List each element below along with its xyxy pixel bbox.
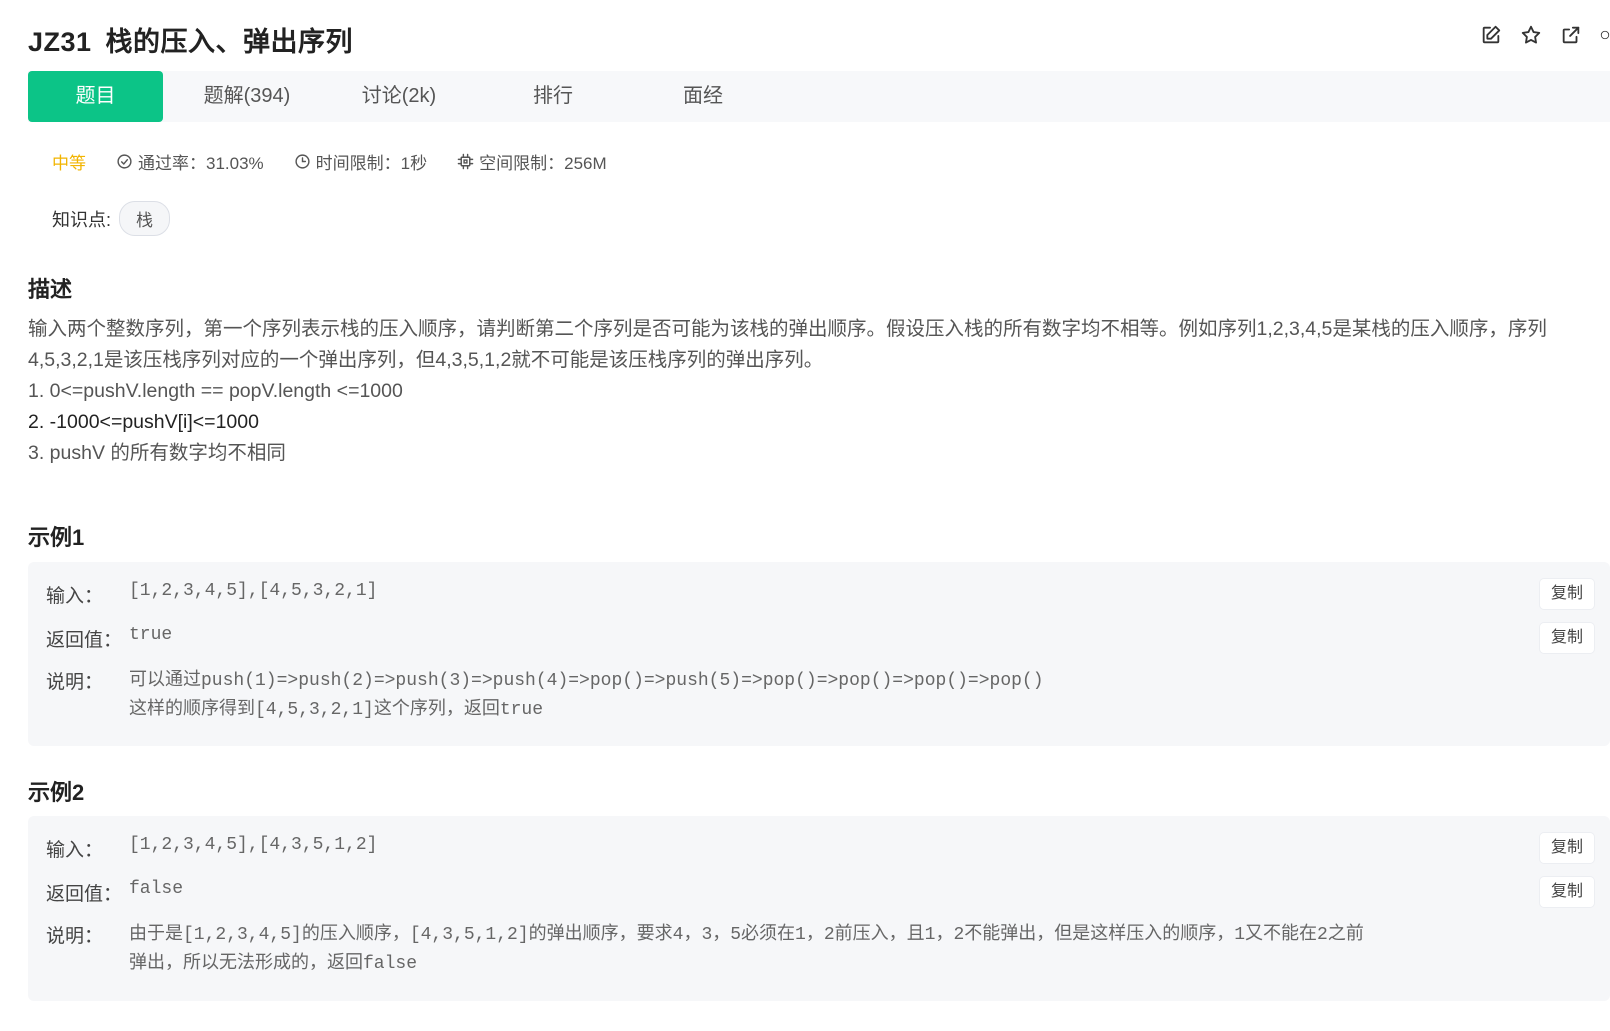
external-link-icon[interactable] <box>1560 24 1582 46</box>
input-label: 输入： <box>46 586 104 607</box>
star-icon[interactable] <box>1520 24 1542 46</box>
chip-icon <box>457 153 474 170</box>
tab-interview[interactable]: 面经 <box>663 71 743 122</box>
check-circle-icon <box>117 154 132 169</box>
explain-line: 可以通过push(1)=>push(2)=>push(3)=>push(4)=>… <box>129 671 1044 691</box>
title-toolbar <box>1480 24 1610 46</box>
return-label: 返回值： <box>46 630 123 651</box>
tab-problem[interactable]: 题目 <box>28 71 163 122</box>
input-label: 输入： <box>46 840 104 861</box>
example-1-input-row: 输入： [1,2,3,4,5],[4,5,3,2,1] <box>46 581 377 608</box>
edit-icon[interactable] <box>1480 24 1502 46</box>
tab-bar: 题目 题解(394) 讨论(2k) 排行 面经 <box>28 71 1610 122</box>
problem-title: JZ31 栈的压入、弹出序列 <box>28 20 353 59</box>
knowledge-points: 知识点: 栈 <box>52 201 171 236</box>
problem-meta: 中等 通过率：31.03% 时间限制：1秒 空间限制：256M <box>52 149 637 174</box>
description-heading: 描述 <box>28 277 73 302</box>
example-2-input-row: 输入： [1,2,3,4,5],[4,3,5,1,2] <box>46 835 377 862</box>
difficulty-badge: 中等 <box>52 154 86 173</box>
example-1-explain-row: 说明： 可以通过push(1)=>push(2)=>push(3)=>push(… <box>46 667 1044 725</box>
explain-line: 这样的顺序得到[4,5,3,2,1]这个序列，返回true <box>129 700 544 720</box>
example-1-input: [1,2,3,4,5],[4,5,3,2,1] <box>129 581 378 601</box>
clock-icon <box>295 154 310 169</box>
time-limit-text: 时间限制：1秒 <box>315 154 428 173</box>
example-2-return: false <box>129 879 184 899</box>
space-limit: 空间限制：256M <box>457 149 607 174</box>
description-text: 输入两个整数序列，第一个序列表示栈的压入顺序，请判断第二个序列是否可能为该栈的弹… <box>28 318 1547 371</box>
example-1-return-row: 返回值： true <box>46 625 172 652</box>
example-2-explain: 由于是[1,2,3,4,5]的压入顺序，[4,3,5,1,2]的弹出顺序，要求4… <box>129 921 1364 979</box>
space-limit-text: 空间限制：256M <box>479 154 607 173</box>
problem-page: JZ31 栈的压入、弹出序列 题目 题解(394) 讨论(2k) 排行 面经 中等… <box>0 0 1610 1031</box>
more-icon[interactable] <box>1600 24 1610 46</box>
example-2-box: 输入： [1,2,3,4,5],[4,3,5,1,2] 复制 返回值： fals… <box>28 816 1610 1001</box>
pass-rate-text: 通过率：31.03% <box>138 154 264 173</box>
example-2-input: [1,2,3,4,5],[4,3,5,1,2] <box>129 835 378 855</box>
example-2-explain-row: 说明： 由于是[1,2,3,4,5]的压入顺序，[4,3,5,1,2]的弹出顺序… <box>46 921 1364 979</box>
copy-return-button[interactable]: 复制 <box>1540 877 1594 907</box>
explain-line: 由于是[1,2,3,4,5]的压入顺序，[4,3,5,1,2]的弹出顺序，要求4… <box>129 925 1364 945</box>
copy-input-button[interactable]: 复制 <box>1540 833 1594 863</box>
return-label: 返回值： <box>46 884 123 905</box>
example-2-heading: 示例2 <box>28 780 85 805</box>
description-body: 输入两个整数序列，第一个序列表示栈的压入顺序，请判断第二个序列是否可能为该栈的弹… <box>28 314 1573 469</box>
copy-return-button[interactable]: 复制 <box>1540 623 1594 653</box>
tab-discussion[interactable]: 讨论(2k) <box>341 71 457 122</box>
example-1-return: true <box>129 625 173 645</box>
tab-solutions[interactable]: 题解(394) <box>188 71 306 122</box>
explain-line: 弹出，所以无法形成的，返回false <box>129 954 418 974</box>
pass-rate: 通过率：31.03% <box>116 149 264 174</box>
time-limit: 时间限制：1秒 <box>294 149 427 174</box>
tab-ranking[interactable]: 排行 <box>513 71 593 122</box>
example-2-return-row: 返回值： false <box>46 879 183 906</box>
example-1-explain: 可以通过push(1)=>push(2)=>push(3)=>push(4)=>… <box>129 667 1044 725</box>
copy-input-button[interactable]: 复制 <box>1540 579 1594 609</box>
example-1-box: 输入： [1,2,3,4,5],[4,5,3,2,1] 复制 返回值： true… <box>28 562 1610 746</box>
constraint-item: 1. 0<=pushV.length == popV.length <=1000 <box>28 380 403 402</box>
constraint-item: 3. pushV 的所有数字均不相同 <box>28 442 286 464</box>
problem-code: JZ31 <box>28 27 92 57</box>
problem-name: 栈的压入、弹出序列 <box>105 27 354 57</box>
explain-label: 说明： <box>46 926 104 947</box>
knowledge-tag[interactable]: 栈 <box>119 201 171 236</box>
explain-label: 说明： <box>46 672 104 693</box>
constraint-item: 2. -1000<=pushV[i]<=1000 <box>28 411 259 433</box>
knowledge-label: 知识点: <box>52 209 112 230</box>
example-1-heading: 示例1 <box>28 525 85 550</box>
